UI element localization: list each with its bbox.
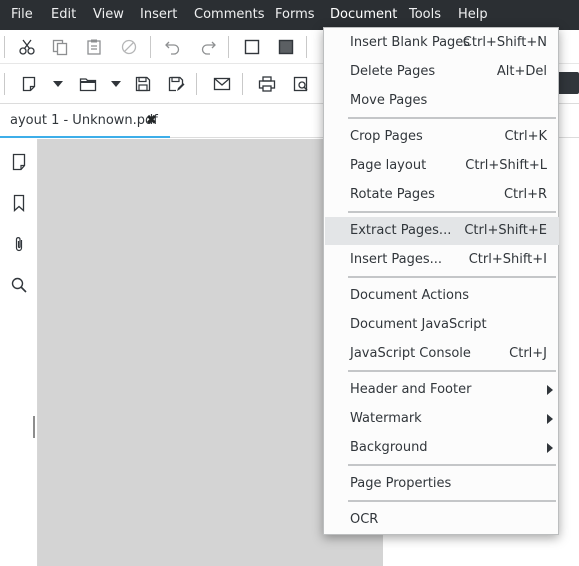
save-as-icon[interactable] (164, 72, 188, 96)
menu-item-delete-pages[interactable]: Delete Pages Alt+Del (325, 58, 559, 86)
menu-item-background[interactable]: Background (325, 434, 559, 462)
toolbar-separator (196, 73, 197, 95)
document-menu: Insert Blank Pages Ctrl+Shift+N Delete P… (323, 27, 559, 535)
menu-item-extract-pages[interactable]: Extract Pages... Ctrl+Shift+E (325, 217, 559, 245)
menu-item-header-and-footer[interactable]: Header and Footer (325, 376, 559, 404)
print-preview-icon[interactable] (289, 72, 313, 96)
menu-tools[interactable]: Tools (409, 0, 441, 30)
menu-separator (348, 464, 556, 466)
toolbar-separator (4, 73, 5, 95)
page-thumbnails-icon[interactable] (8, 151, 30, 173)
menu-document[interactable]: Document (330, 0, 398, 30)
menu-item-move-pages[interactable]: Move Pages (325, 87, 559, 115)
document-tab[interactable]: ayout 1 - Unknown.pdf ✖ (0, 104, 170, 138)
menu-help[interactable]: Help (458, 0, 488, 30)
copy-icon[interactable] (48, 35, 72, 59)
menu-separator (348, 370, 556, 372)
search-icon[interactable] (8, 274, 30, 296)
bookmarks-icon[interactable] (8, 192, 30, 214)
menu-item-document-javascript[interactable]: Document JavaScript (325, 311, 559, 339)
toolbar-separator (242, 73, 243, 95)
toolbar-separator (150, 36, 151, 58)
delete-icon[interactable] (117, 35, 141, 59)
toolbar-separator (228, 36, 229, 58)
chevron-down-icon[interactable] (52, 72, 64, 96)
menu-separator (348, 117, 556, 119)
menu-view[interactable]: View (93, 0, 124, 30)
menu-separator (348, 276, 556, 278)
save-icon[interactable] (131, 72, 155, 96)
open-folder-icon[interactable] (76, 72, 100, 96)
submenu-arrow-icon (547, 443, 553, 453)
close-icon[interactable]: ✖ (146, 113, 157, 128)
menu-edit[interactable]: Edit (51, 0, 76, 30)
menu-separator (348, 500, 556, 502)
print-icon[interactable] (255, 72, 279, 96)
submenu-arrow-icon (547, 414, 553, 424)
email-icon[interactable] (210, 72, 234, 96)
menu-item-rotate-pages[interactable]: Rotate Pages Ctrl+R (325, 181, 559, 209)
menu-item-document-actions[interactable]: Document Actions (325, 282, 559, 310)
menu-comments[interactable]: Comments (194, 0, 264, 30)
menu-item-page-properties[interactable]: Page Properties (325, 470, 559, 498)
menu-insert[interactable]: Insert (140, 0, 177, 30)
navigation-sidebar (0, 139, 38, 566)
page-outline-icon[interactable] (240, 35, 264, 59)
menu-file[interactable]: File (11, 0, 33, 30)
menu-bar: File Edit View Insert Comments Forms Doc… (0, 0, 579, 30)
toolbar-separator (4, 36, 5, 58)
menu-item-crop-pages[interactable]: Crop Pages Ctrl+K (325, 123, 559, 151)
page-filled-icon[interactable] (274, 35, 298, 59)
chevron-down-icon[interactable] (110, 72, 122, 96)
attachments-icon[interactable] (8, 233, 30, 255)
paste-icon[interactable] (82, 35, 106, 59)
redo-icon[interactable] (196, 35, 220, 59)
document-tab-title: ayout 1 - Unknown.pdf (10, 113, 158, 128)
menu-forms[interactable]: Forms (275, 0, 315, 30)
menu-item-page-layout[interactable]: Page layout Ctrl+Shift+L (325, 152, 559, 180)
menu-item-watermark[interactable]: Watermark (325, 405, 559, 433)
menu-item-insert-pages[interactable]: Insert Pages... Ctrl+Shift+I (325, 246, 559, 274)
submenu-arrow-icon (547, 385, 553, 395)
sidebar-splitter[interactable] (33, 416, 35, 438)
menu-item-ocr[interactable]: OCR (325, 506, 559, 534)
undo-icon[interactable] (161, 35, 185, 59)
menu-item-insert-blank-pages[interactable]: Insert Blank Pages Ctrl+Shift+N (325, 29, 559, 57)
toolbar-separator (306, 36, 307, 58)
cut-icon[interactable] (15, 35, 39, 59)
menu-item-javascript-console[interactable]: JavaScript Console Ctrl+J (325, 340, 559, 368)
new-document-icon[interactable] (17, 72, 41, 96)
menu-separator (348, 211, 556, 213)
